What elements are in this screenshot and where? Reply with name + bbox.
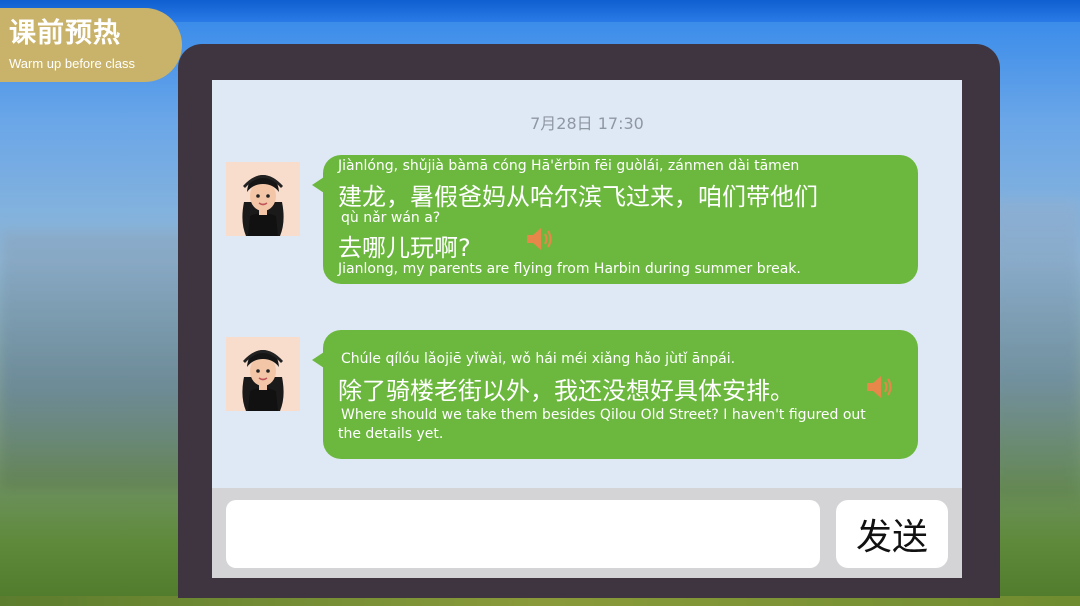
background-city-left [0,230,200,490]
pinyin-line: Jiànlóng, shǔjià bàmā cóng Hā'ěrbīn fēi … [338,158,800,174]
lesson-title-badge: 课前预热 Warm up before class [0,8,182,82]
chinese-line: 去哪儿玩啊? [338,234,471,262]
girl-avatar-icon [226,337,300,411]
chat-timestamp: 7月28日 17:30 [530,114,644,133]
speaker-icon[interactable] [525,225,555,253]
composer-bar: 发送 [212,488,962,578]
pinyin-line: qù nǎr wán a? [341,210,441,226]
english-translation: Where should we take them besides Qilou … [338,407,866,442]
chat-screen: 7月28日 17:30 Jiànlóng, shǔjià bàmā cóng H… [212,80,962,488]
chinese-line: 除了骑楼老街以外，我还没想好具体安排。 [338,377,794,405]
chat-bubble: Jiànlóng, shǔjià bàmā cóng Hā'ěrbīn fēi … [312,155,918,284]
background-city-right [990,200,1080,500]
lesson-title: 课前预热 [9,18,121,49]
lesson-subtitle: Warm up before class [9,56,135,71]
send-button[interactable]: 发送 [836,500,948,568]
chat-bubble: Chúle qílóu lǎojiē yǐwài, wǒ hái méi xiǎ… [312,330,918,459]
chinese-line: 建龙，暑假爸妈从哈尔滨飞过来，咱们带他们 [338,183,818,211]
message-input[interactable] [226,500,820,568]
speaker-icon[interactable] [865,373,895,401]
english-translation: Jianlong, my parents are flying from Har… [338,261,801,277]
girl-avatar-icon [226,162,300,236]
pinyin-line: Chúle qílóu lǎojiē yǐwài, wǒ hái méi xiǎ… [341,351,736,367]
